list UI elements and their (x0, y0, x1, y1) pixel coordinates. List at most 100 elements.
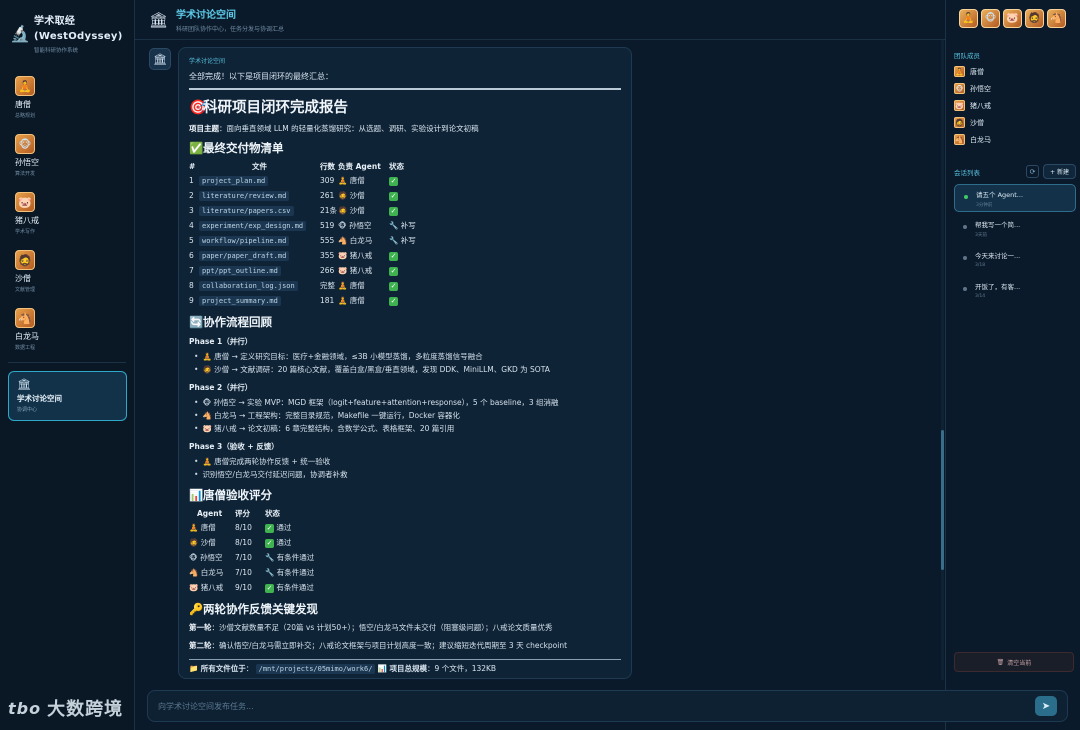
member-item[interactable]: 🧔 沙僧 (954, 117, 984, 128)
file-path: experiment/exp_design.md (199, 221, 307, 231)
check-icon: ✓ (389, 176, 398, 186)
agent-icon: 🐷 (189, 583, 199, 592)
member-name: 沙僧 (970, 118, 984, 127)
col-header: 行数 (320, 161, 335, 171)
agent-avatar-icon[interactable]: 🐷 (1003, 9, 1022, 28)
session-title: 请五个 Agent... (976, 191, 1024, 199)
file-path: collaboration_log.json (199, 281, 298, 291)
sidebar-item-agent[interactable]: 🐵 孙悟空 算法开发 (0, 130, 134, 188)
cell-status: 🔧 补写 (389, 233, 416, 248)
list-item: 识别悟空/白龙马交付延迟问题，协调者补救 (189, 468, 621, 481)
microscope-icon: 🔬 (10, 24, 30, 43)
status-text: 通过 (274, 523, 292, 532)
right-sidebar: 🧘 🐵 🐷 🧔 🐴 团队成员 🧘 唐僧 🐵 孙悟空 🐷 猪八戒 🧔 沙僧 🐴 白龙马 会话列表 ⟳ + 新… (945, 0, 1080, 730)
session-item[interactable]: 帮我写一个简... 3天前 (954, 215, 1076, 243)
cell-owner: 🧔 沙僧 (338, 203, 389, 218)
cell-score: 8/10 (235, 523, 252, 532)
session-title: 开饭了，有客... (975, 283, 1021, 291)
col-header: 评分 (235, 508, 250, 518)
agent-name: 沙僧 (15, 274, 31, 283)
send-button[interactable]: ➤ (1035, 696, 1057, 716)
brand: 🔬 学术取经 (WestOdyssey) 智能科研协作系统 (0, 0, 134, 62)
session-item[interactable]: 请五个 Agent... 3分钟前 (954, 184, 1076, 212)
member-item[interactable]: 🐷 猪八戒 (954, 100, 991, 111)
sidebar-item-agent[interactable]: 🧘 唐僧 总略规划 (0, 72, 134, 130)
member-item[interactable]: 🐵 孙悟空 (954, 83, 991, 94)
check-icon: ✓ (389, 266, 398, 276)
file-path: paper/paper_draft.md (199, 251, 290, 261)
member-item[interactable]: 🐴 白龙马 (954, 134, 991, 145)
agent-avatar-icon[interactable]: 🧔 (1025, 9, 1044, 28)
session-item[interactable]: 开饭了，有客... 3/14 (954, 277, 1076, 305)
send-icon: ➤ (1041, 700, 1051, 712)
agent-avatar-icon: 🧘 (15, 76, 35, 96)
new-session-button[interactable]: + 新建 (1043, 164, 1076, 179)
table-row: 🧘 唐僧 8/10 ✓ 通过 (189, 520, 314, 535)
list-item: 🧘 唐僧完成两轮协作反馈 + 统一验收 (189, 455, 621, 468)
table-row: 9 project_summary.md 181 🧘 唐僧 ✓ (189, 293, 416, 308)
table-row: 🧔 沙僧 8/10 ✓ 通过 (189, 535, 314, 550)
table-row: 3 literature/papers.csv 21条 🧔 沙僧 ✓ (189, 203, 416, 218)
agent-icon: 🧘 (189, 523, 199, 532)
sidebar-item-discussion-room[interactable]: 🏛 学术讨论空间 协调中心 (8, 371, 127, 421)
agent-list: 🧘 唐僧 总略规划 🐵 孙悟空 算法开发 🐷 猪八戒 学术写作 🧔 沙僧 文献管理 🐴 白龙马 数据工程 (0, 72, 134, 362)
deliverables-heading: ✅最终交付物清单 (189, 140, 621, 156)
cell-lines: 181 (320, 296, 335, 305)
member-name: 猪八戒 (970, 101, 991, 110)
header: 🏛 学术讨论空间 科研团队协作中心，任务分发与协调汇总 (135, 0, 945, 40)
target-icon: 🎯 (189, 100, 208, 116)
cell-status: 🔧 有条件通过 (265, 565, 314, 580)
table-row: 5 workflow/pipeline.md 555 🐴 白龙马 🔧 补写 (189, 233, 416, 248)
col-header: 文件 (252, 161, 267, 171)
cell-status: ✓ (389, 248, 416, 263)
agent-avatar-icon[interactable]: 🐴 (1047, 9, 1066, 28)
cell-status: ✓ (389, 203, 416, 218)
agent-avatar-icon: 🐵 (15, 134, 35, 154)
owner-name: 沙僧 (349, 206, 365, 215)
session-item[interactable]: 今天来讨论一... 3/18 (954, 246, 1076, 274)
agent-icon: 🧔 (189, 538, 199, 547)
scrollbar-thumb[interactable] (941, 430, 944, 570)
agent-role: 学术写作 (15, 229, 36, 235)
owner-name: 猪八戒 (349, 266, 373, 275)
table-row: 🐵 孙悟空 7/10 🔧 有条件通过 (189, 550, 314, 565)
classical-building-icon: 🏛 (17, 378, 31, 391)
session-time: 3天前 (975, 233, 987, 238)
cell-file: workflow/pipeline.md (199, 233, 320, 248)
cell-owner: 🐷 猪八戒 (338, 248, 389, 263)
col-header: 负责 Agent (338, 161, 381, 171)
agent-icon: 🐴 (189, 568, 199, 577)
status-dot-icon (964, 195, 968, 199)
message-sender: 学术讨论空间 (189, 58, 226, 65)
agent-avatar-icon[interactable]: 🐵 (981, 9, 1000, 28)
score-heading: 📊唐僧验收评分 (189, 487, 621, 503)
check-icon: ✓ (265, 524, 274, 533)
sidebar-item-agent[interactable]: 🐴 白龙马 数据工程 (0, 304, 134, 362)
owner-name: 孙悟空 (349, 221, 372, 230)
cell-lines: 519 (320, 221, 335, 230)
owner-icon: 🧘 (338, 281, 348, 290)
refresh-button[interactable]: ⟳ (1026, 165, 1039, 178)
agent-name: 白龙马 (15, 332, 39, 341)
cell-agent: 🐴 白龙马 (189, 565, 235, 580)
list-item: 🧘 唐僧 → 定义研究目标：医疗+金融领域，≤3B 小模型蒸馏，多粒度蒸馏信号融… (189, 350, 621, 363)
sidebar-item-agent[interactable]: 🧔 沙僧 文献管理 (0, 246, 134, 304)
scrollbar-track[interactable] (941, 40, 944, 680)
task-input[interactable] (158, 701, 1035, 711)
task-input-bar: ➤ (147, 690, 1068, 722)
table-row: 7 ppt/ppt_outline.md 266 🐷 猪八戒 ✓ (189, 263, 416, 278)
watermark-logo: tbo (8, 698, 42, 718)
status-dot-icon (963, 256, 967, 260)
sidebar-item-agent[interactable]: 🐷 猪八戒 学术写作 (0, 188, 134, 246)
clear-current-button[interactable]: 🗑 清空当前 (954, 652, 1074, 672)
cell-status: ✓ 有条件通过 (265, 580, 314, 595)
cell-owner: 🧘 唐僧 (338, 293, 389, 308)
sessions-header: 会话列表 ⟳ + 新建 (954, 164, 1076, 179)
status-text: 有条件通过 (274, 583, 314, 592)
score-table: Agent 评分 状态 🧘 唐僧 8/10 ✓ 通过 🧔 沙僧 8/10 ✓ 通过 🐵 孙悟… (189, 506, 314, 595)
agent-avatar-icon[interactable]: 🧘 (959, 9, 978, 28)
session-time: 3分钟前 (976, 203, 993, 208)
topic-label: 项目主题 (189, 124, 219, 133)
table-row: 🐷 猪八戒 9/10 ✓ 有条件通过 (189, 580, 314, 595)
member-item[interactable]: 🧘 唐僧 (954, 66, 984, 77)
